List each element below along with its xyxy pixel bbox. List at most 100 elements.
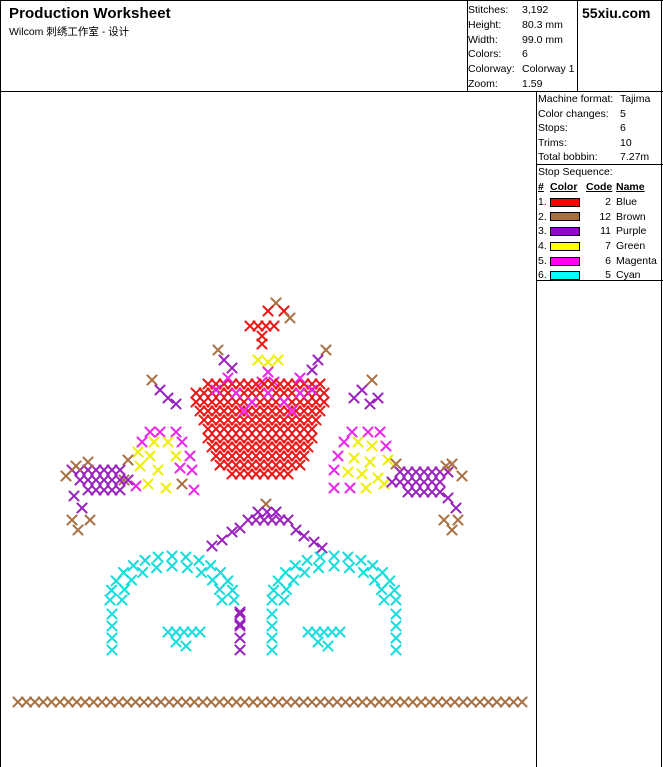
stitch-cross [234,632,246,644]
stitch-cross [267,584,280,596]
stop-sequence-header: # Color Code Name [538,180,657,195]
stitch-cross [278,414,290,426]
stitch-cross [166,550,178,562]
stitch-cross [125,574,138,586]
stop-row: 3. 11 Purple [538,224,657,239]
machine-label: Trims: [538,136,567,149]
stitch-cross [105,584,118,596]
stitch-cross [298,432,310,444]
stitch-cross [234,378,246,390]
stitch-cross [242,432,254,444]
stitch-cross [344,482,356,494]
stitch-cross [206,441,218,453]
stitch-cross [137,566,149,579]
stitch-cross [299,566,311,579]
stitch-cross [298,450,310,462]
stitch-cross [234,432,246,444]
stitch-cross [402,476,414,488]
stitch-cross [290,423,302,435]
stitch-cross [218,432,230,444]
stitch-cross [90,474,102,486]
stitch-cross [214,396,226,408]
stitch-cross [256,696,268,708]
stitch-cross [407,696,419,708]
stitch-cross [318,387,330,399]
stitch-cross [172,696,184,708]
stitch-cross [426,486,438,498]
stitch-cross [206,414,218,426]
stitch-cross [282,450,294,462]
stitch-cross [373,696,385,708]
stitch-cross [301,554,313,566]
stitch-cross [180,551,192,563]
stitch-cross [262,387,274,399]
stitch-cross [390,632,402,644]
stitch-cross [193,554,205,566]
stitch-cross [298,530,310,542]
stitch-cross [457,696,469,708]
stitch-cross [314,696,326,708]
stitch-cross [254,414,266,426]
stitch-cross [226,362,238,374]
stitch-cross [390,594,402,606]
stitch-cross [366,440,378,452]
stitch-cross [195,566,207,579]
stitch-cross [218,450,230,462]
stitch-cross [184,450,196,462]
stitch-cross [302,414,314,426]
stitch-cross [438,514,450,526]
color-swatch [550,212,580,222]
stitch-cross [76,502,88,514]
stitch-cross [226,450,238,462]
stitch-cross [278,387,290,399]
stitch-cross [360,482,372,494]
sidebar-divider [536,91,537,767]
stitch-cross [250,514,262,526]
stitch-cross [294,414,306,426]
stitch-cross [206,396,218,408]
stitch-cross [365,696,377,708]
stitch-cross [342,551,354,563]
stitch-cross [238,441,250,453]
stitch-cross [222,696,234,708]
stitch-cross [278,594,290,606]
stitch-cross [114,484,126,496]
stitch-cross [12,696,24,708]
stitch-cross [252,320,264,332]
stitch-cross [314,551,326,563]
stitch-cross [247,696,259,708]
stitch-cross [198,387,210,399]
stitch-cross [474,696,486,708]
stitch-cross [230,387,242,399]
stitch-cross [394,476,406,488]
stitch-cross [166,560,178,572]
stitch-cross [331,696,343,708]
stitch-cross [82,484,94,496]
stitch-cross [206,540,218,552]
stitch-cross [252,354,264,366]
stitch-cross [82,456,94,468]
stop-name: Purple [616,225,647,238]
stitch-cross [266,450,278,462]
stitch-cross [216,534,228,546]
stitch-cross [118,583,131,596]
stitch-cross [222,414,234,426]
stitch-cross [482,696,494,708]
stitch-cross [218,405,230,417]
stitch-cross [308,536,320,548]
stitch-cross [410,476,422,488]
stitch-cross [312,562,325,574]
stitch-cross [318,396,330,408]
stitch-cross [238,396,250,408]
stop-num: 2. [538,210,547,223]
stitch-cross [98,464,110,476]
color-swatch [550,197,580,207]
stitch-cross [163,696,175,708]
stitch-cross [272,354,284,366]
stitch-cross [230,414,242,426]
stitch-cross [499,696,511,708]
stop-num: 6. [538,269,547,282]
stitch-cross [29,696,41,708]
stitch-cross [322,640,334,652]
stitch-cross [250,450,262,462]
